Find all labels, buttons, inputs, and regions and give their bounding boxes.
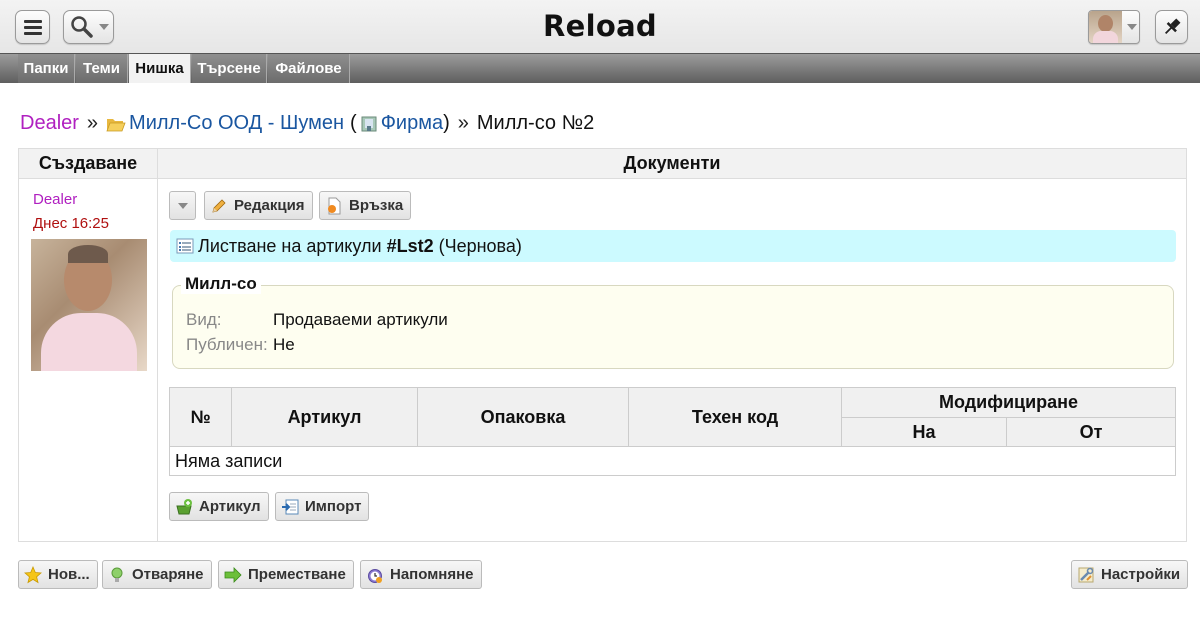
move-button[interactable]: Преместване [218, 560, 354, 589]
tab-folders[interactable]: Папки [18, 54, 75, 83]
star-icon [24, 565, 42, 583]
breadcrumb-folder-link[interactable]: Милл-Со ООД - Шумен [129, 112, 344, 135]
chevron-down-icon [1127, 24, 1137, 30]
author-name[interactable]: Dealer [33, 191, 77, 208]
pin-icon [1164, 18, 1180, 35]
search-button[interactable] [63, 10, 114, 44]
tab-topics[interactable]: Теми [76, 54, 128, 83]
info-fieldset: Милл-со Вид: Продаваеми артикули Публиче… [172, 274, 1174, 369]
breadcrumb-user-link[interactable]: Dealer [20, 112, 79, 135]
document-link-icon [328, 197, 341, 214]
add-article-label: Артикул [199, 498, 261, 515]
breadcrumb-type-link[interactable]: Фирма [381, 112, 443, 135]
hamburger-icon [23, 20, 42, 35]
header-article: Артикул [231, 387, 418, 447]
chevron-down-icon [99, 24, 109, 30]
pencil-icon [212, 198, 226, 213]
reminder-button[interactable]: Напомняне [360, 560, 482, 589]
basket-add-icon [176, 498, 192, 514]
info-legend: Милл-со [181, 274, 261, 294]
company-icon [361, 116, 377, 131]
arrow-right-icon [224, 566, 242, 583]
menu-button[interactable] [15, 10, 50, 44]
tab-thread[interactable]: Нишка [129, 54, 191, 83]
settings-button-label: Настройки [1101, 566, 1181, 583]
breadcrumb-separator: » [457, 112, 469, 134]
open-button[interactable]: Отваряне [102, 560, 212, 589]
header-modified-by: От [1006, 417, 1176, 447]
tab-search[interactable]: Търсене [192, 54, 267, 83]
document-title-text: Листване на артикули [198, 235, 382, 256]
author-column: Dealer Днес 16:25 [19, 179, 158, 541]
document-status: (Чернова) [438, 235, 522, 256]
list-icon [176, 238, 194, 254]
breadcrumb-thread-title: Милл-со №2 [476, 112, 595, 134]
edit-button[interactable]: Редакция [204, 191, 313, 220]
new-button[interactable]: Нов... [18, 560, 98, 589]
settings-tools-icon [1078, 567, 1094, 582]
search-icon [71, 16, 93, 38]
header-modified: Модифициране [841, 387, 1176, 418]
add-article-button[interactable]: Артикул [169, 492, 269, 521]
doc-options-button[interactable] [169, 191, 196, 220]
created-time: Днес 16:25 [33, 215, 109, 232]
empty-row: Няма записи [169, 446, 1176, 476]
user-menu-button[interactable] [1088, 10, 1140, 44]
articles-table: № Артикул Опаковка Техен код Модифициран… [169, 387, 1176, 476]
app-title: Reload [543, 9, 657, 43]
header-their-code: Техен код [628, 387, 842, 447]
settings-button[interactable]: Настройки [1071, 560, 1189, 589]
tab-bar: Папки Теми Нишка Търсене Файлове [0, 53, 1200, 83]
pin-button[interactable] [1155, 10, 1188, 44]
kind-value: Продаваеми артикули [273, 310, 448, 329]
document-title[interactable]: Листване на артикули #Lst2 (Чернова) [170, 230, 1176, 262]
import-icon [282, 499, 299, 514]
kind-label: Вид: [186, 310, 222, 329]
avatar [1089, 11, 1122, 43]
lightbulb-icon [111, 567, 123, 582]
published-value: Не [273, 335, 295, 354]
column-header-created: Създаване [19, 149, 158, 179]
alarm-clock-icon [368, 568, 382, 583]
edit-button-label: Редакция [234, 197, 305, 214]
published-label: Публичен: [186, 335, 268, 354]
move-button-label: Преместване [248, 566, 346, 583]
breadcrumb-paren-open: ( [350, 112, 357, 134]
reminder-button-label: Напомняне [390, 566, 474, 583]
header-packaging: Опаковка [417, 387, 629, 447]
breadcrumb-paren-close: ) [443, 112, 450, 134]
link-button[interactable]: Връзка [319, 191, 412, 220]
breadcrumb-separator: » [86, 112, 99, 134]
chevron-down-icon [177, 202, 188, 209]
link-button-label: Връзка [349, 197, 404, 214]
top-bar: Reload [0, 0, 1200, 53]
breadcrumb: Dealer » Милл-Со ООД - Шумен ( Фирма ) »… [20, 112, 594, 135]
new-button-label: Нов... [48, 566, 90, 583]
open-button-label: Отваряне [132, 566, 204, 583]
header-modified-on: На [841, 417, 1007, 447]
import-button[interactable]: Импорт [275, 492, 370, 521]
folder-open-icon [106, 118, 126, 131]
thread-table: Създаване Документи Dealer Днес 16:25 Ре… [18, 148, 1187, 542]
tab-files[interactable]: Файлове [268, 54, 350, 83]
column-header-documents: Документи [158, 149, 1186, 179]
document-handle: #Lst2 [386, 235, 434, 256]
author-photo [31, 239, 147, 371]
import-label: Импорт [305, 498, 362, 515]
header-number: № [169, 387, 232, 447]
